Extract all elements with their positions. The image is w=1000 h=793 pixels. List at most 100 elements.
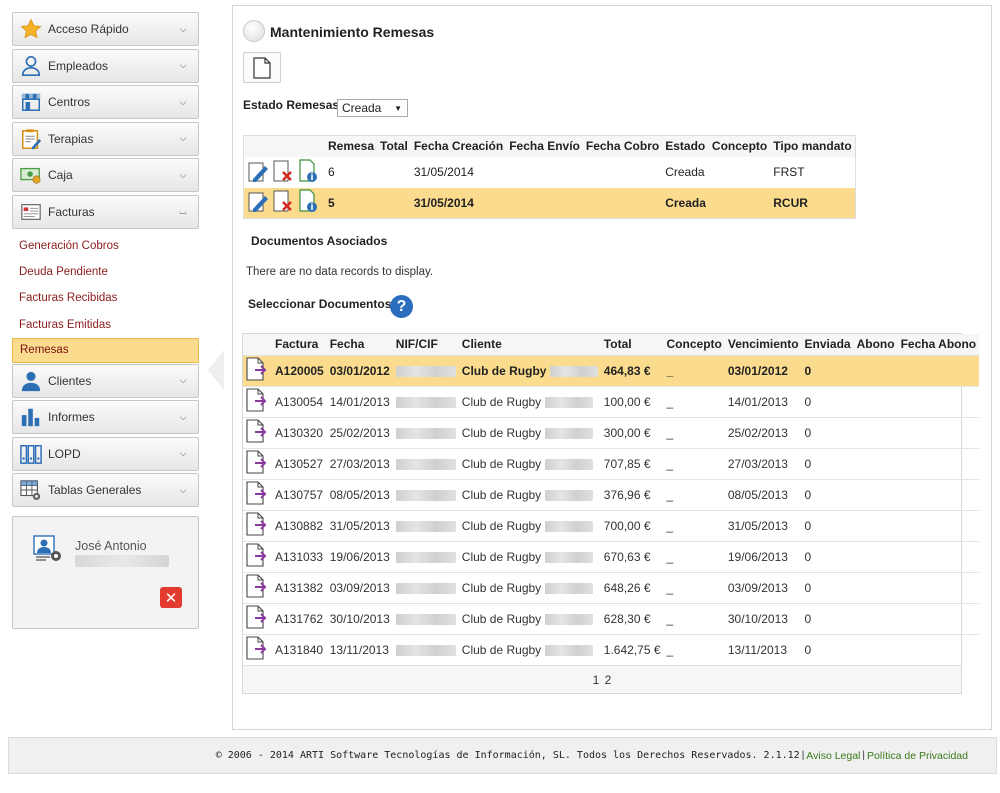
chevron-down-icon: ⌵: [179, 484, 187, 495]
table-row[interactable]: A130527 27/03/2013 Club de Rugby 707,85 € _…: [243, 447, 980, 479]
cell-factura: A130054: [272, 385, 327, 417]
cell-enviada: 0: [801, 633, 854, 665]
cliente-name: Club de Rugby: [461, 642, 542, 657]
sidebar: Acceso Rápido ⌵ Empleados ⌵ Centros ⌵ Te…: [12, 12, 199, 510]
cell-concepto: _: [663, 447, 725, 479]
cell-concepto: _: [663, 416, 725, 448]
privacy-policy-link[interactable]: Política de Privacidad: [867, 750, 968, 762]
page-link-1[interactable]: 1: [593, 673, 600, 687]
cell-enviada: 0: [801, 478, 854, 510]
menu-terapias[interactable]: Terapias ⌵: [12, 121, 199, 156]
menu-informes[interactable]: Informes ⌵: [12, 400, 199, 435]
logout-button[interactable]: ✕: [160, 587, 182, 608]
menu-caja[interactable]: Caja ⌵: [12, 158, 199, 192]
aviso-legal-link[interactable]: Aviso Legal: [806, 750, 860, 762]
add-document-arrow-icon[interactable]: [246, 543, 268, 570]
footer-separator: |: [801, 750, 805, 761]
add-document-arrow-icon[interactable]: [246, 636, 268, 663]
chevron-down-icon: ⌵: [179, 23, 187, 34]
edit-icon[interactable]: [247, 159, 271, 186]
table-row[interactable]: A130320 25/02/2013 Club de Rugby 300,00 € _…: [243, 416, 980, 448]
page-link-2[interactable]: 2: [605, 673, 612, 687]
table-row[interactable]: 6 31/05/2014 Creada FRST: [244, 157, 856, 188]
help-icon[interactable]: ?: [390, 295, 413, 318]
table-row[interactable]: A131382 03/09/2013 Club de Rugby 648,26 € _…: [243, 571, 980, 603]
add-document-arrow-icon[interactable]: [246, 574, 268, 601]
redacted-nif: [395, 365, 456, 377]
table-row[interactable]: A131762 30/10/2013 Club de Rugby 628,30 € _…: [243, 602, 980, 634]
redacted-cliente: [544, 582, 593, 594]
info-document-icon[interactable]: [297, 189, 321, 216]
add-document-arrow-icon[interactable]: [246, 419, 268, 446]
add-document-arrow-icon[interactable]: [246, 605, 268, 632]
cell-abono: [853, 385, 898, 417]
row-action: [243, 416, 272, 448]
table-row-selected[interactable]: A120005 03/01/2012 Club de Rugby 464,83 € _…: [243, 354, 980, 386]
cell-fecha-abono: [897, 385, 980, 417]
delete-icon[interactable]: [272, 159, 296, 186]
cell-concepto: _: [663, 478, 725, 510]
table-row[interactable]: A130054 14/01/2013 Club de Rugby 100,00 € _…: [243, 385, 980, 417]
menu-acceso-rapido[interactable]: Acceso Rápido ⌵: [12, 12, 199, 46]
row-action: [243, 540, 272, 572]
cell-enviada: 0: [801, 571, 854, 603]
menu-tablas-generales[interactable]: Tablas Generales ⌵: [12, 473, 199, 508]
redacted-cliente: [544, 520, 593, 532]
add-document-arrow-icon[interactable]: [246, 512, 268, 539]
menu-centros[interactable]: Centros ⌵: [12, 85, 199, 119]
cell-vencimiento: 31/05/2013: [724, 509, 802, 541]
add-document-arrow-icon[interactable]: [246, 481, 268, 508]
new-document-button[interactable]: [243, 52, 281, 83]
estado-remesas-select[interactable]: Creada ▼: [337, 99, 408, 117]
cell-total: 670,63 €: [600, 540, 664, 572]
cell-total: 628,30 €: [600, 602, 664, 634]
submenu-deuda-pendiente[interactable]: Deuda Pendiente: [12, 259, 199, 285]
table-row[interactable]: A130882 31/05/2013 Club de Rugby 700,00 € _…: [243, 509, 980, 541]
column-header: Vencimiento: [724, 334, 802, 355]
cell-estado: Creada: [665, 165, 705, 179]
menu-facturas[interactable]: Facturas ⌴: [12, 194, 199, 229]
binders-icon: [19, 442, 43, 466]
table-row[interactable]: A131033 19/06/2013 Club de Rugby 670,63 € _…: [243, 540, 980, 572]
redacted-nif: [395, 427, 456, 439]
chevron-down-icon: ⌵: [179, 375, 187, 386]
table-header-row: Remesa Total Fecha Creación Fecha Envío …: [243, 135, 856, 157]
cell-cliente: Club de Rugby: [458, 602, 601, 634]
delete-icon[interactable]: [272, 189, 296, 216]
redacted-cliente: [544, 551, 593, 563]
add-document-arrow-icon[interactable]: [246, 388, 268, 415]
cell-fecha: 19/06/2013: [326, 540, 393, 572]
menu-lopd[interactable]: LOPD ⌵: [12, 436, 199, 471]
cell-concepto: _: [663, 571, 725, 603]
menu-label: Centros: [48, 95, 91, 109]
user-surname-redacted: [75, 555, 169, 567]
column-header: Fecha: [326, 334, 393, 355]
redacted-nif: [395, 551, 456, 563]
submenu-remesas[interactable]: Remesas: [12, 337, 199, 363]
submenu-facturas-recibidas[interactable]: Facturas Recibidas: [12, 285, 199, 311]
cell-cliente: Club de Rugby: [458, 354, 601, 386]
cell-vencimiento: 08/05/2013: [724, 478, 802, 510]
edit-icon[interactable]: [247, 189, 271, 216]
submenu-facturas-emitidas[interactable]: Facturas Emitidas: [12, 312, 199, 338]
menu-clientes[interactable]: Clientes ⌵: [12, 363, 199, 398]
cell-cliente: Club de Rugby: [458, 509, 601, 541]
documentos-asociados-label: Documentos Asociados: [251, 234, 388, 248]
cell-abono: [853, 354, 898, 386]
row-actions: [243, 187, 325, 219]
menu-empleados[interactable]: Empleados ⌵: [12, 48, 199, 83]
redacted-nif: [395, 645, 456, 657]
table-row[interactable]: A131840 13/11/2013 Club de Rugby 1.642,75 …: [243, 633, 980, 665]
cell-vencimiento: 13/11/2013: [724, 633, 802, 665]
table-row-selected[interactable]: 5 31/05/2014 Creada RCUR: [243, 187, 856, 219]
table-row[interactable]: A130757 08/05/2013 Club de Rugby 376,96 € _…: [243, 478, 980, 510]
cash-icon: [19, 163, 43, 187]
submenu-generacion-cobros[interactable]: Generación Cobros: [12, 233, 199, 259]
add-document-arrow-icon[interactable]: [246, 357, 268, 384]
cell-enviada: 0: [801, 540, 854, 572]
collapse-sidebar-arrow[interactable]: [208, 350, 224, 390]
info-document-icon[interactable]: [297, 158, 321, 186]
cell-fecha-abono: [897, 416, 980, 448]
column-header: Abono: [853, 334, 898, 355]
add-document-arrow-icon[interactable]: [246, 450, 268, 477]
